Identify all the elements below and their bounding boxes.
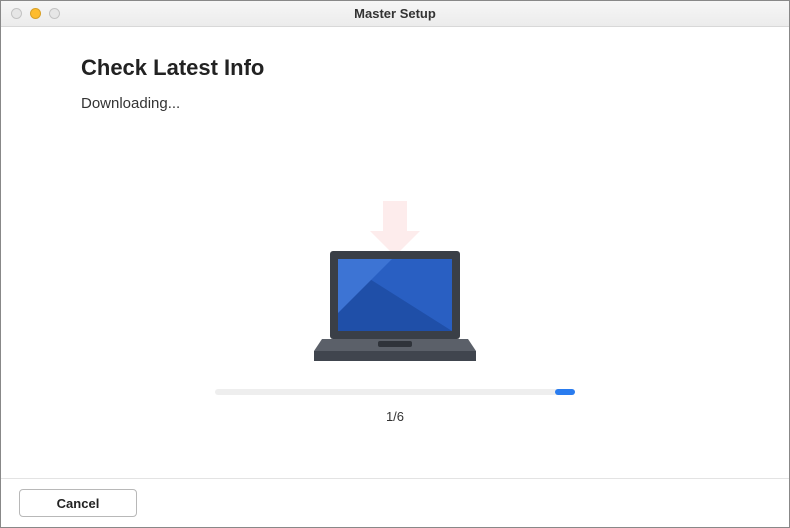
cancel-button[interactable]: Cancel xyxy=(19,489,137,517)
progress-section: 1/6 xyxy=(215,389,575,424)
page-heading: Check Latest Info xyxy=(81,55,709,81)
footer-bar: Cancel xyxy=(1,478,789,527)
zoom-window-icon[interactable] xyxy=(49,8,60,19)
laptop-icon xyxy=(314,251,476,361)
minimize-window-icon[interactable] xyxy=(30,8,41,19)
window-title: Master Setup xyxy=(1,6,789,21)
download-arrow-icon xyxy=(370,201,420,256)
content-area: Check Latest Info Downloading... xyxy=(1,27,789,112)
close-window-icon[interactable] xyxy=(11,8,22,19)
status-text: Downloading... xyxy=(81,95,709,112)
progress-label: 1/6 xyxy=(215,409,575,424)
window-controls xyxy=(1,8,60,19)
title-bar: Master Setup xyxy=(1,1,789,27)
progress-fill xyxy=(555,389,575,395)
download-illustration xyxy=(300,201,490,376)
progress-bar xyxy=(215,389,575,395)
